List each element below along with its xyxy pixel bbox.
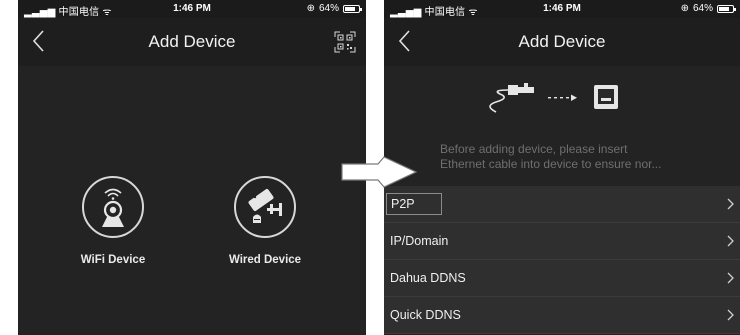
status-bar: ▂▃▅▆ 中国电信 ᯤ 1:46 PM ⊕ 64% <box>18 0 366 18</box>
menu-item-quick-ddns[interactable]: Quick DDNS <box>384 297 740 334</box>
nav-bar: Add Device <box>18 18 366 66</box>
ethernet-hint-text: Before adding device, please insert Ethe… <box>440 142 662 171</box>
transition-arrow-icon <box>341 156 418 188</box>
menu-item-dahua-ddns[interactable]: Dahua DDNS <box>384 260 740 297</box>
wired-device-option[interactable]: Wired Device <box>205 176 325 266</box>
battery-icon <box>343 4 362 13</box>
right-phone-screen: ▂▃▅▆ 中国电信 ᯤ 1:46 PM ⊕ 64% Add Device Bef… <box>384 0 740 335</box>
wired-device-label: Wired Device <box>228 254 302 266</box>
ethernet-cable-icon <box>489 83 534 113</box>
battery-icon <box>717 4 736 13</box>
connection-type-list: P2P IP/Domain Dahua DDNS Quick DDNS <box>384 186 740 334</box>
nav-bar: Add Device <box>384 18 740 66</box>
qr-scan-icon[interactable] <box>334 31 356 53</box>
status-bar: ▂▃▅▆ 中国电信 ᯤ 1:46 PM ⊕ 64% <box>384 0 740 18</box>
battery-percent: 64% <box>692 3 713 14</box>
orientation-lock-icon: ⊕ <box>680 3 689 14</box>
wifi-camera-icon[interactable] <box>82 176 144 238</box>
battery-status: ⊕ 64% <box>306 3 362 14</box>
left-phone-screen: ▂▃▅▆ 中国电信 ᯤ 1:46 PM ⊕ 64% Add Device WiF… <box>18 0 366 335</box>
wifi-device-option[interactable]: WiFi Device <box>53 176 173 266</box>
dashed-arrow-icon <box>548 94 577 101</box>
chevron-right-icon <box>727 235 734 247</box>
page-title: Add Device <box>518 32 606 51</box>
wired-camera-icon[interactable] <box>234 176 296 238</box>
battery-status: ⊕ 64% <box>680 3 736 14</box>
wifi-device-label: WiFi Device <box>80 254 146 266</box>
menu-item-ip-domain[interactable]: IP/Domain <box>384 223 740 260</box>
orientation-lock-icon: ⊕ <box>306 3 315 14</box>
chevron-right-icon <box>727 198 734 210</box>
menu-item-p2p[interactable]: P2P <box>384 186 740 223</box>
chevron-right-icon <box>727 309 734 321</box>
ethernet-port-icon <box>594 85 618 109</box>
chevron-right-icon <box>727 272 734 284</box>
battery-percent: 64% <box>318 3 339 14</box>
page-title: Add Device <box>148 32 236 51</box>
ethernet-illustration <box>489 83 618 113</box>
